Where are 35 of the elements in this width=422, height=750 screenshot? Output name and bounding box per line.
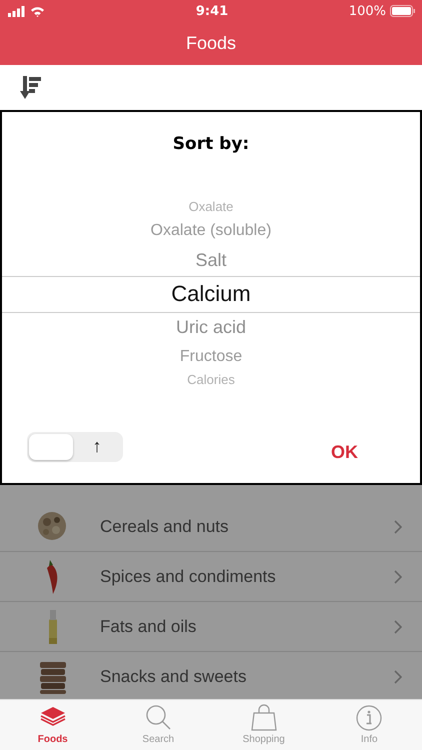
battery-icon — [390, 5, 416, 17]
search-icon — [144, 704, 172, 732]
sort-button[interactable] — [20, 76, 42, 100]
category-label: Spices and condiments — [100, 566, 277, 586]
picker-option[interactable]: Salt — [195, 244, 227, 276]
status-time: 9:41 — [196, 4, 228, 18]
food-category-row[interactable]: Cereals and nuts — [0, 502, 422, 552]
bag-icon — [250, 704, 278, 732]
chevron-icon — [394, 620, 402, 634]
category-label: Cereals and nuts — [100, 516, 230, 536]
chevron-icon — [394, 570, 402, 584]
nav-title: Foods — [186, 33, 236, 54]
chevron-icon — [394, 520, 402, 534]
picker-option[interactable]: Calcium — [171, 276, 251, 311]
food-category-row[interactable]: Fats and oils — [0, 602, 422, 652]
tab-item[interactable]: Shopping — [211, 700, 316, 750]
ok-button[interactable]: OK — [327, 438, 362, 467]
signal-icon — [8, 6, 25, 16]
wifi-icon — [30, 6, 45, 16]
battery-percent: 100% — [348, 4, 386, 18]
direction-toggle[interactable]: ↑ — [27, 432, 123, 462]
category-label: Snacks and sweets — [100, 666, 248, 686]
picker-option[interactable]: Uric acid — [176, 311, 246, 343]
tab-item[interactable]: Search — [106, 700, 211, 750]
chevron-icon — [394, 670, 402, 684]
tab-item[interactable]: Foods — [0, 700, 106, 750]
sort-icon — [20, 76, 42, 100]
info-icon — [355, 704, 384, 732]
category-label: Fats and oils — [100, 616, 198, 636]
picker-option[interactable]: Fructose — [180, 343, 242, 370]
picker-option[interactable]: Oxalate (soluble) — [150, 217, 272, 244]
tab-item[interactable]: Info — [316, 700, 422, 750]
sort-picker[interactable]: Oxalate Oxalate (soluble) Salt Calcium Uric acid Fructose Calories — [2, 197, 420, 390]
food-category-row[interactable]: Spices and condiments — [0, 552, 422, 602]
dialog-title: Sort by: — [172, 134, 250, 156]
